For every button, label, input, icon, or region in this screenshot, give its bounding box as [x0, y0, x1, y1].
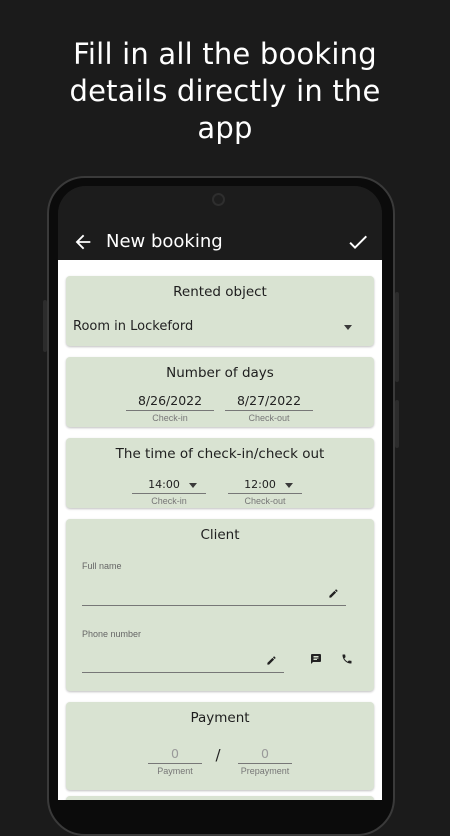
full-name-label: Full name	[82, 561, 122, 571]
side-button	[395, 400, 399, 448]
check-in-date-caption: Check-in	[152, 413, 188, 423]
payment-caption: Payment	[157, 766, 193, 776]
payment-card: Payment 0 Payment / 0 Prepayment	[66, 702, 374, 790]
number-of-days-card: Number of days 8/26/2022 Check-in 8/27/2…	[66, 357, 374, 427]
check-icon[interactable]	[344, 230, 372, 254]
booking-form: Rented object Room in Lockeford Number o…	[58, 260, 382, 800]
check-out-time-select[interactable]: 12:00	[232, 478, 288, 491]
phone-icon[interactable]	[341, 653, 353, 665]
pencil-icon[interactable]	[266, 655, 277, 666]
payment-underline	[148, 763, 202, 764]
client-title: Client	[200, 527, 240, 543]
check-times-title: The time of check-in/check out	[115, 446, 325, 462]
full-name-underline	[82, 605, 346, 606]
check-times-card: The time of check-in/check out 14:00 Che…	[66, 438, 374, 508]
volume-button	[43, 300, 47, 352]
check-in-time-caption: Check-in	[151, 496, 187, 506]
check-in-time-select[interactable]: 14:00	[136, 478, 192, 491]
check-out-date-field[interactable]: 8/27/2022	[225, 393, 313, 408]
client-card: Client Full name Phone number	[66, 519, 374, 691]
page-title: New booking	[106, 231, 223, 252]
number-of-days-title: Number of days	[166, 365, 274, 381]
dropdown-arrow-icon[interactable]	[344, 325, 352, 330]
prepayment-input[interactable]: 0	[238, 746, 292, 761]
rented-object-card[interactable]: Rented object Room in Lockeford	[66, 276, 374, 346]
message-icon[interactable]	[310, 653, 322, 665]
check-out-time-underline	[228, 493, 302, 494]
pencil-icon[interactable]	[328, 588, 339, 599]
arrow-back-icon[interactable]	[72, 231, 94, 253]
payment-input[interactable]: 0	[148, 746, 202, 761]
front-camera	[212, 193, 225, 206]
promo-line-3: app	[197, 111, 253, 145]
prepayment-underline	[238, 763, 292, 764]
check-in-time-underline	[132, 493, 206, 494]
payment-separator: /	[215, 746, 221, 764]
rented-object-select[interactable]: Room in Lockeford	[73, 319, 193, 334]
check-out-time-caption: Check-out	[244, 496, 286, 506]
payment-title: Payment	[190, 710, 250, 726]
check-out-date-underline	[225, 410, 313, 411]
phone-screen: New booking Rented object Room in Lockef…	[58, 186, 382, 800]
check-out-date-caption: Check-out	[248, 413, 290, 423]
phone-number-underline	[82, 672, 284, 673]
next-card	[66, 796, 374, 800]
power-button	[395, 292, 399, 382]
check-in-time-dropdown-icon[interactable]	[189, 483, 197, 488]
promo-line-1: Fill in all the booking	[73, 37, 377, 71]
phone-number-label: Phone number	[82, 629, 142, 639]
check-out-time-dropdown-icon[interactable]	[285, 483, 293, 488]
prepayment-caption: Prepayment	[240, 766, 290, 776]
promo-heading: Fill in all the booking details directly…	[0, 36, 450, 147]
promo-line-2: details directly in the	[69, 74, 381, 108]
check-in-date-underline	[126, 410, 214, 411]
check-in-date-field[interactable]: 8/26/2022	[126, 393, 214, 408]
rented-object-title: Rented object	[173, 284, 267, 300]
